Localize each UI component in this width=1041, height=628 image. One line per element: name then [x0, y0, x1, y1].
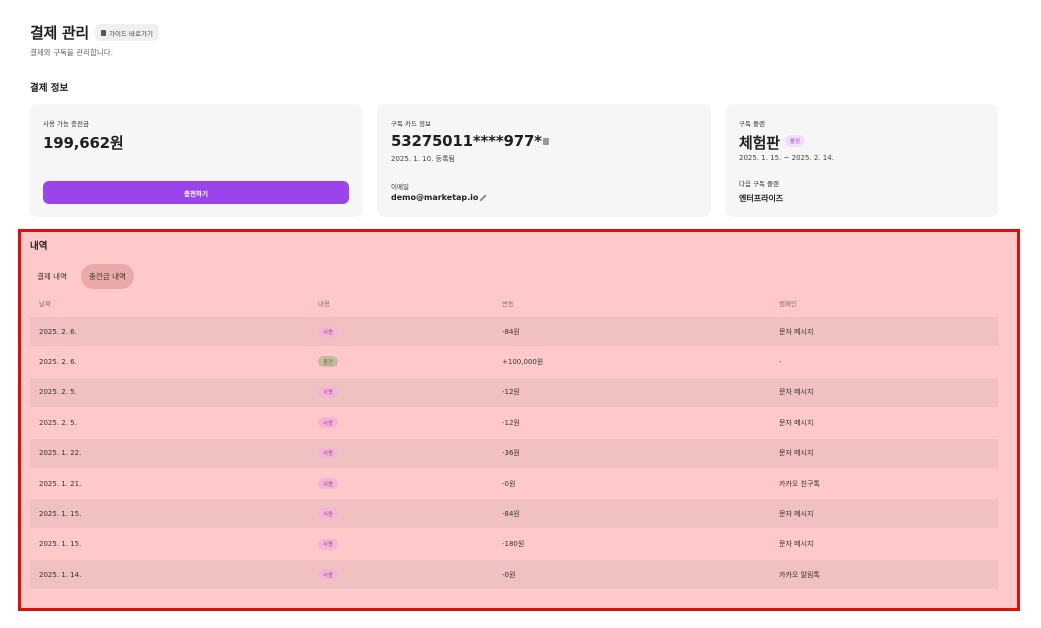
table-row: 2025. 1. 21. 사용 -0원 카카오 친구톡 [30, 469, 998, 498]
type-badge: 사용 [318, 538, 339, 550]
type-badge: 사용 [318, 417, 339, 429]
table-row: 2025. 1. 14. 사용 -0원 카카오 알림톡 [30, 560, 998, 590]
type-cell: 충전 [318, 347, 339, 376]
row-campaign: - [779, 357, 782, 366]
trash-icon[interactable] [543, 138, 549, 145]
row-campaign: 카카오 알림톡 [779, 570, 820, 579]
row-change: -84원 [502, 327, 520, 336]
table-row: 2025. 2. 6. 충전 +100,000원 - [30, 347, 998, 376]
plan-label: 구독 플랜 [739, 120, 765, 128]
column-header-change: 변동 [502, 300, 514, 308]
type-badge: 충전 [318, 356, 339, 368]
type-cell: 사용 [318, 408, 339, 437]
card-info-label: 구독 카드 정보 [391, 120, 432, 128]
row-change: -12원 [502, 418, 520, 427]
row-date: 2025. 1. 15. [39, 540, 82, 549]
row-date: 2025. 2. 5. [39, 418, 77, 427]
row-change: -0원 [502, 570, 516, 579]
row-change: -12원 [502, 388, 520, 397]
email-label: 이메일 [391, 183, 409, 191]
balance-amount: 199,662원 [43, 134, 124, 152]
row-campaign: 문자 메시지 [779, 449, 814, 458]
page-title: 결제 관리 [30, 24, 89, 42]
plan-status-badge: 활성 [785, 135, 806, 147]
table-row: 2025. 2. 5. 사용 -12원 문자 메시지 [30, 408, 998, 437]
table-row: 2025. 1. 15. 사용 -180원 문자 메시지 [30, 530, 998, 559]
type-badge: 사용 [318, 508, 339, 520]
row-change: -0원 [502, 479, 516, 488]
plan-period: 2025. 1. 15. ~ 2025. 2. 14. [739, 154, 834, 162]
table-row: 2025. 1. 22. 사용 -36원 문자 메시지 [30, 438, 998, 468]
row-date: 2025. 1. 22. [39, 449, 82, 458]
row-campaign: 카카오 친구톡 [779, 479, 820, 488]
plan-card: 구독 플랜 체험판 활성 2025. 1. 15. ~ 2025. 2. 14.… [725, 104, 998, 217]
row-change: -84원 [502, 509, 520, 518]
balance-card: 사용 가능 충전금 199,662원 충전하기 [29, 104, 363, 217]
row-change: -36원 [502, 449, 520, 458]
type-cell: 사용 [318, 499, 339, 528]
row-date: 2025. 1. 15. [39, 509, 82, 518]
table-row: 2025. 1. 15. 사용 -84원 문자 메시지 [30, 499, 998, 529]
table-row: 2025. 2. 6. 사용 -84원 문자 메시지 [30, 317, 998, 346]
charge-button[interactable]: 충전하기 [43, 181, 349, 204]
row-date: 2025. 1. 14. [39, 570, 82, 579]
row-campaign: 문자 메시지 [779, 509, 814, 518]
type-cell: 사용 [318, 378, 339, 407]
type-badge: 사용 [318, 478, 339, 489]
row-campaign: 문자 메시지 [779, 388, 814, 397]
card-registered-date: 2025. 1. 10. 등록됨 [391, 155, 455, 163]
balance-label: 사용 가능 충전금 [43, 120, 89, 128]
tab-payment-history[interactable]: 결제 내역 [37, 264, 67, 289]
column-header-content: 내용 [318, 300, 330, 308]
type-cell: 사용 [318, 317, 339, 346]
column-header-campaign: 캠페인 [779, 300, 797, 308]
type-badge: 사용 [318, 386, 339, 398]
row-date: 2025. 2. 5. [39, 388, 77, 397]
guide-button-label: 가이드 바로가기 [109, 29, 153, 38]
type-badge: 사용 [318, 569, 339, 581]
card-number: 53275011****977* [391, 132, 542, 150]
payment-info-title: 결제 정보 [30, 83, 69, 94]
row-date: 2025. 2. 6. [39, 327, 77, 336]
page-subtitle: 결제와 구독을 관리합니다. [30, 48, 114, 57]
card-info-card: 구독 카드 정보 53275011****977* 2025. 1. 10. 등… [377, 104, 711, 217]
table-row: 2025. 2. 5. 사용 -12원 문자 메시지 [30, 377, 998, 407]
row-campaign: 문자 메시지 [779, 540, 814, 549]
book-icon [101, 29, 106, 36]
pencil-icon[interactable] [479, 194, 487, 202]
next-plan-value: 엔터프라이즈 [739, 194, 784, 203]
tab-charge-history[interactable]: 충전금 내역 [81, 264, 134, 289]
row-campaign: 문자 메시지 [779, 418, 814, 427]
row-change: +100,000원 [502, 357, 544, 366]
row-change: -180원 [502, 540, 525, 549]
next-plan-label: 다음 구독 플랜 [739, 180, 780, 188]
type-cell: 사용 [318, 560, 339, 589]
type-badge: 사용 [318, 326, 339, 337]
type-cell: 사용 [318, 469, 339, 498]
guide-button[interactable]: 가이드 바로가기 [95, 24, 159, 41]
email-value: demo@marketap.io [391, 193, 479, 202]
row-date: 2025. 2. 6. [39, 357, 77, 366]
type-cell: 사용 [318, 530, 339, 559]
row-date: 2025. 1. 21. [39, 479, 82, 488]
plan-name: 체험판 [739, 134, 780, 152]
column-header-date: 날짜 [39, 300, 51, 308]
history-title: 내역 [30, 241, 48, 252]
type-badge: 사용 [318, 447, 339, 459]
type-cell: 사용 [318, 439, 339, 468]
row-campaign: 문자 메시지 [779, 327, 814, 336]
